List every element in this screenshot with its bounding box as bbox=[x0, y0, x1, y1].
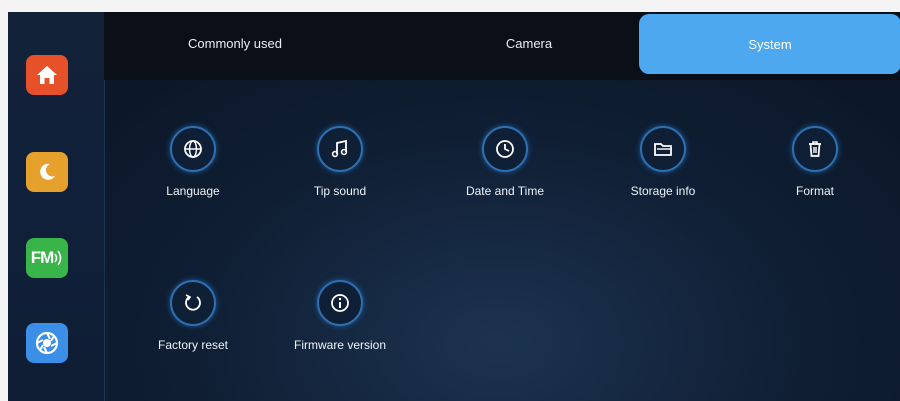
date-time-button[interactable] bbox=[482, 126, 528, 172]
date-time-label: Date and Time bbox=[465, 184, 545, 198]
moon-icon bbox=[40, 163, 55, 180]
system-settings-screen: FM Commonly used Camera System Language … bbox=[8, 12, 900, 401]
factory-reset-item[interactable]: Factory reset bbox=[128, 280, 258, 352]
fm-button[interactable]: FM bbox=[26, 238, 68, 278]
sidebar: FM bbox=[8, 12, 105, 401]
aperture-icon bbox=[35, 331, 59, 355]
factory-reset-button[interactable] bbox=[170, 280, 216, 326]
storage-info-item[interactable]: Storage info bbox=[598, 126, 728, 198]
storage-info-button[interactable] bbox=[640, 126, 686, 172]
trash-icon bbox=[809, 141, 821, 157]
storage-info-label: Storage info bbox=[630, 184, 696, 198]
info-icon bbox=[331, 294, 349, 312]
format-label: Format bbox=[795, 184, 834, 198]
music-note-icon bbox=[331, 139, 348, 158]
home-button[interactable] bbox=[26, 55, 68, 95]
format-item[interactable]: Format bbox=[750, 126, 880, 198]
reset-icon bbox=[185, 294, 201, 311]
format-button[interactable] bbox=[792, 126, 838, 172]
fm-label: FM bbox=[30, 248, 55, 267]
night-mode-button[interactable] bbox=[26, 152, 68, 192]
tab-bar: Commonly used Camera System bbox=[104, 12, 900, 80]
date-time-item[interactable]: Date and Time bbox=[440, 126, 570, 198]
language-item[interactable]: Language bbox=[128, 126, 258, 198]
tab-camera[interactable]: Camera bbox=[434, 12, 624, 74]
tip-sound-button[interactable] bbox=[317, 126, 363, 172]
globe-icon bbox=[184, 140, 202, 158]
tab-commonly-used[interactable]: Commonly used bbox=[140, 12, 330, 74]
firmware-version-item[interactable]: Firmware version bbox=[275, 280, 405, 352]
folder-icon bbox=[654, 143, 672, 156]
firmware-version-label: Firmware version bbox=[293, 338, 386, 352]
language-button[interactable] bbox=[170, 126, 216, 172]
factory-reset-label: Factory reset bbox=[157, 338, 229, 352]
clock-icon bbox=[496, 140, 514, 158]
tab-system[interactable]: System bbox=[639, 14, 900, 74]
tip-sound-item[interactable]: Tip sound bbox=[275, 126, 405, 198]
tip-sound-label: Tip sound bbox=[313, 184, 367, 198]
radio-waves-icon bbox=[54, 250, 62, 266]
camera-button[interactable] bbox=[26, 323, 68, 363]
home-icon bbox=[37, 66, 57, 84]
language-label: Language bbox=[166, 184, 220, 198]
firmware-version-button[interactable] bbox=[317, 280, 363, 326]
